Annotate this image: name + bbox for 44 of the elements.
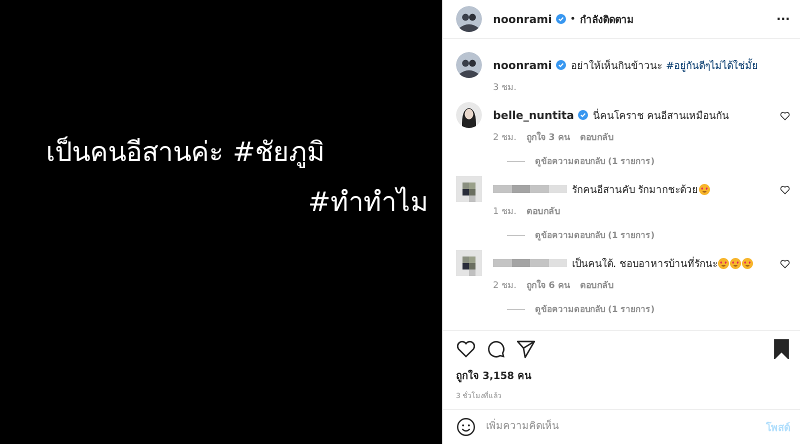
- reply-link[interactable]: ตอบกลับ: [580, 130, 614, 144]
- emoji-icon[interactable]: [456, 417, 476, 437]
- username[interactable]: noonrami: [493, 58, 552, 72]
- view-replies-link[interactable]: ดูข้อความตอบกลับ (1 รายการ): [535, 228, 655, 242]
- avatar[interactable]: [456, 52, 482, 78]
- timestamp: 1 ชม.: [493, 206, 516, 218]
- like-icon[interactable]: [456, 339, 476, 359]
- timestamp: 3 ชม.: [493, 82, 516, 94]
- comment-text: รักคนอีสานคับ รักมากชะด้วย: [572, 184, 698, 196]
- view-replies-link[interactable]: ดูข้อความตอบกลับ (1 รายการ): [535, 302, 655, 316]
- like-count[interactable]: ถูกใจ 3,158 คน: [456, 368, 790, 383]
- timestamp: 2 ชม.: [493, 132, 516, 144]
- image-caption-text: เป็นคนอีสานค่ะ #ชัยภูมิ: [46, 135, 326, 170]
- heart-eyes-emoji-icon: [699, 184, 710, 194]
- image-caption-text: #ทำทำไม: [308, 186, 429, 220]
- comment-text: นี่คนโคราช คนอีสานเหมือนกัน: [593, 108, 730, 122]
- heart-eyes-emoji-icon: [718, 258, 730, 268]
- username[interactable]: noonrami: [493, 12, 552, 26]
- reply-link[interactable]: ตอบกลับ: [526, 204, 560, 218]
- avatar[interactable]: [456, 250, 482, 276]
- more-options-button[interactable]: ···: [776, 12, 790, 26]
- timestamp: 2 ชม.: [493, 280, 516, 292]
- reply-link[interactable]: ตอบกลับ: [580, 278, 614, 292]
- view-replies-link[interactable]: ดูข้อความตอบกลับ (1 รายการ): [535, 154, 655, 168]
- avatar[interactable]: [456, 102, 482, 128]
- comment-icon[interactable]: [486, 339, 506, 359]
- comment-input[interactable]: เพิ่มความคิดเห็น: [486, 415, 766, 439]
- heart-eyes-emoji-icon: [730, 258, 742, 268]
- avatar[interactable]: [456, 6, 482, 32]
- username[interactable]: belle_nuntita: [493, 108, 574, 122]
- hashtag-link[interactable]: #อยู่กันดีๆไม่ได้ใช่มั้ย: [666, 58, 758, 72]
- heart-eyes-emoji-icon: [742, 258, 754, 268]
- like-count[interactable]: ถูกใจ 6 คน: [526, 278, 570, 292]
- separator: •: [570, 14, 576, 24]
- like-count[interactable]: ถูกใจ 3 คน: [526, 130, 570, 144]
- share-icon[interactable]: [516, 339, 536, 359]
- like-icon[interactable]: [780, 185, 790, 195]
- like-icon[interactable]: [780, 259, 790, 269]
- comment-text: เป็นคนใต้. ชอบอาหารบ้านที่รักนะ: [572, 256, 718, 270]
- caption-text: อย่าให้เห็นกินข้าวนะ: [570, 58, 662, 72]
- bookmark-icon[interactable]: [773, 339, 790, 359]
- avatar[interactable]: [456, 176, 482, 202]
- following-button[interactable]: กำลังติดตาม: [580, 12, 634, 26]
- like-icon[interactable]: [780, 111, 790, 121]
